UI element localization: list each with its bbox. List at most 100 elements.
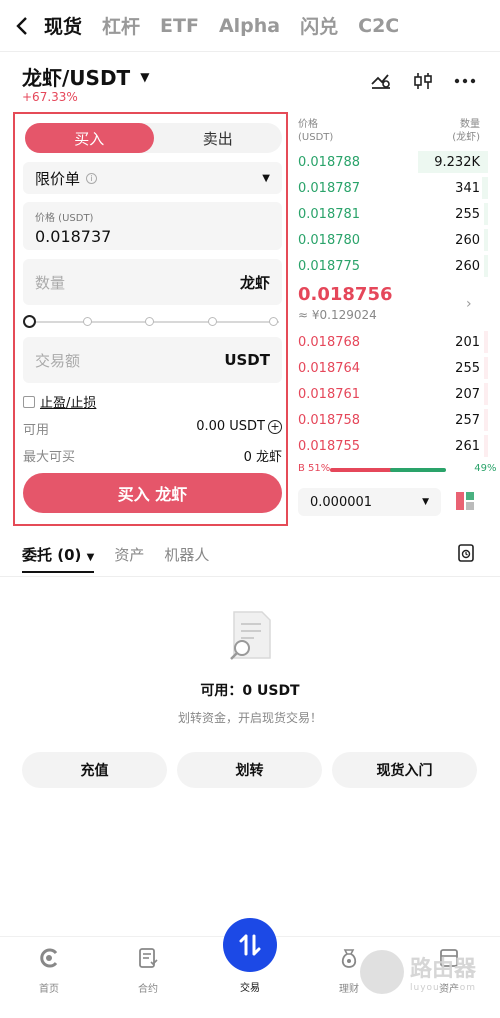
home-icon: [40, 948, 58, 968]
buy-button[interactable]: 买入 龙虾: [23, 473, 282, 513]
top-nav: 现货 杠杆 ETF Alpha 闪兑 C2C: [0, 0, 500, 52]
ask-level[interactable]: 0.018775 260: [298, 253, 488, 279]
tabbar-home[interactable]: 首页: [19, 947, 79, 995]
ask-price: 0.018788: [298, 154, 361, 170]
tabbar-futures[interactable]: 合约: [118, 947, 178, 995]
tab-orders-label: 委托 (0): [22, 546, 82, 564]
ask-price: 0.018780: [298, 232, 361, 248]
swap-arrows-icon: [239, 934, 261, 956]
qty-header: 数量: [460, 119, 480, 130]
info-icon[interactable]: i: [86, 172, 98, 184]
tpsl-checkbox[interactable]: [23, 395, 35, 408]
orderbook-layout-icon[interactable]: [454, 490, 476, 512]
slider-handle[interactable]: [23, 315, 36, 328]
transfer-button[interactable]: 划转: [177, 752, 322, 788]
bid-price: 0.018758: [298, 412, 361, 428]
watermark-text: 路由器: [410, 957, 477, 982]
tab-etf[interactable]: ETF: [160, 15, 199, 37]
chart-settings-icon[interactable]: [370, 70, 392, 92]
tabbar-trade-label: 交易: [240, 983, 260, 994]
price-value[interactable]: 0.018737: [35, 227, 270, 246]
bid-quantity: 257: [455, 412, 480, 428]
bid-price: 0.018761: [298, 386, 361, 402]
trade-center-button[interactable]: [223, 918, 277, 972]
buy-tab[interactable]: 买入: [25, 123, 154, 153]
bid-level[interactable]: 0.018755 261: [298, 433, 488, 459]
depth-bar: [484, 203, 488, 225]
tpsl-label: 止盈/止损: [40, 396, 97, 411]
ask-quantity: 9.232K: [434, 154, 480, 170]
pair-name: 龙虾/USDT: [22, 66, 131, 90]
sell-tab[interactable]: 卖出: [154, 123, 283, 153]
tab-convert[interactable]: 闪兑: [300, 12, 338, 39]
bid-price: 0.018764: [298, 360, 361, 376]
tick-size-select[interactable]: 0.000001 ▼: [298, 488, 441, 516]
slider-mark-50[interactable]: [145, 317, 154, 326]
depth-bar: [484, 229, 488, 251]
tabbar-futures-label: 合约: [138, 984, 158, 995]
tab-orders[interactable]: 委托 (0) ▼: [22, 544, 95, 573]
add-funds-icon[interactable]: +: [268, 419, 282, 434]
tick-size-value: 0.000001: [310, 494, 373, 510]
deposit-button[interactable]: 充值: [22, 752, 167, 788]
tab-margin[interactable]: 杠杆: [102, 12, 140, 39]
more-icon[interactable]: [454, 70, 476, 92]
sell-ratio-bar: [390, 468, 446, 472]
tpsl-toggle[interactable]: 止盈/止损: [23, 392, 96, 411]
slider-mark-75[interactable]: [208, 317, 217, 326]
available-value: 0.00 USDT: [196, 419, 265, 434]
slider-mark-25[interactable]: [83, 317, 92, 326]
ask-price: 0.018781: [298, 206, 361, 222]
order-history-icon[interactable]: [457, 544, 475, 562]
ask-level[interactable]: 0.018781 255: [298, 201, 488, 227]
divider: [0, 576, 500, 577]
order-type-select[interactable]: 限价单 i ▼: [23, 162, 282, 194]
ask-price: 0.018787: [298, 180, 361, 196]
tabbar-home-label: 首页: [39, 984, 59, 995]
candlestick-icon[interactable]: [412, 70, 434, 92]
quantity-unit: 龙虾: [239, 273, 270, 292]
spot-guide-button[interactable]: 现货入门: [332, 752, 477, 788]
order-book-header: 价格 (USDT) 数量 (龙虾): [298, 118, 488, 144]
back-button[interactable]: [0, 0, 44, 52]
quantity-input[interactable]: 数量 龙虾: [23, 259, 282, 305]
tab-bots[interactable]: 机器人: [164, 544, 209, 565]
tab-alpha[interactable]: Alpha: [219, 15, 280, 37]
bid-quantity: 201: [455, 334, 480, 350]
price-input[interactable]: 价格 (USDT) 0.018737: [23, 202, 282, 250]
slider-mark-100[interactable]: [269, 317, 278, 326]
last-price-block[interactable]: 0.018756 ≈ ¥0.129024: [298, 284, 393, 322]
tab-c2c[interactable]: C2C: [358, 15, 399, 37]
tab-spot[interactable]: 现货: [44, 12, 82, 39]
buy-sell-ratio: B 51% 49% S: [298, 463, 500, 477]
empty-hint: 划转资金，开启现货交易！: [177, 711, 322, 725]
bid-level[interactable]: 0.018761 207: [298, 381, 488, 407]
pair-selector[interactable]: 龙虾/USDT ▼: [22, 62, 149, 91]
bid-level[interactable]: 0.018768 201: [298, 329, 488, 355]
last-price: 0.018756: [298, 284, 393, 305]
ask-price: 0.018775: [298, 258, 361, 274]
contract-icon: [139, 948, 158, 968]
tab-assets[interactable]: 资产: [114, 544, 144, 565]
ask-level[interactable]: 0.018788 9.232K: [298, 149, 488, 175]
price-header: 价格: [298, 119, 318, 130]
depth-bar: [484, 409, 488, 431]
depth-bar: [484, 255, 488, 277]
side-toggle: 买入 卖出: [25, 123, 282, 153]
order-book: 价格 (USDT) 数量 (龙虾) 0.018788 9.232K 0.018787 34…: [298, 118, 500, 516]
ask-level[interactable]: 0.018787 341: [298, 175, 488, 201]
empty-available: 可用：0 USDT: [200, 683, 300, 699]
chevron-right-icon[interactable]: ›: [466, 296, 472, 312]
watermark-logo: [360, 950, 404, 994]
bid-level[interactable]: 0.018758 257: [298, 407, 488, 433]
tabbar-trade-label-wrap[interactable]: 交易: [220, 979, 280, 994]
total-input[interactable]: 交易额 USDT: [23, 337, 282, 383]
ask-level[interactable]: 0.018780 260: [298, 227, 488, 253]
bid-level[interactable]: 0.018764 255: [298, 355, 488, 381]
available-row: 可用 0.00 USDT +: [23, 419, 282, 438]
order-form: 买入 卖出 限价单 i ▼ 价格 (USDT) 0.018737 数量 龙虾 交…: [13, 112, 288, 526]
qty-header-unit: (龙虾): [452, 132, 480, 143]
price-label: 价格 (USDT): [35, 213, 94, 224]
empty-document-icon: [230, 611, 271, 660]
ask-quantity: 341: [455, 180, 480, 196]
